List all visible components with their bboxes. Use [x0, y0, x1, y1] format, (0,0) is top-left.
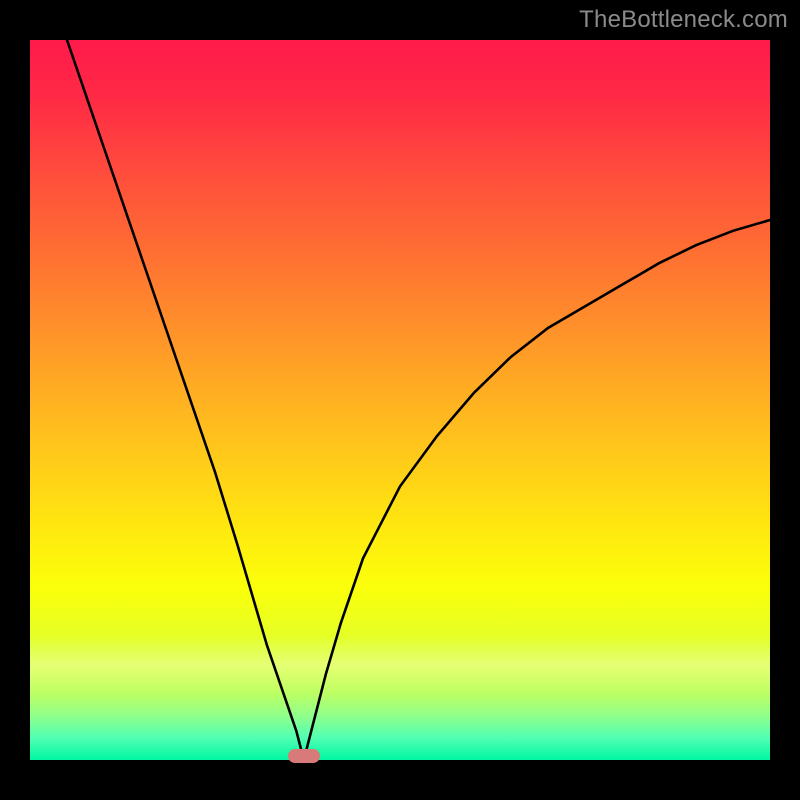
watermark-text: TheBottleneck.com [579, 6, 788, 34]
plot-area [30, 40, 770, 760]
chart-frame: TheBottleneck.com [0, 0, 800, 800]
highlight-band [30, 636, 770, 694]
minimum-marker [288, 749, 320, 763]
bottleneck-curve [30, 40, 770, 760]
